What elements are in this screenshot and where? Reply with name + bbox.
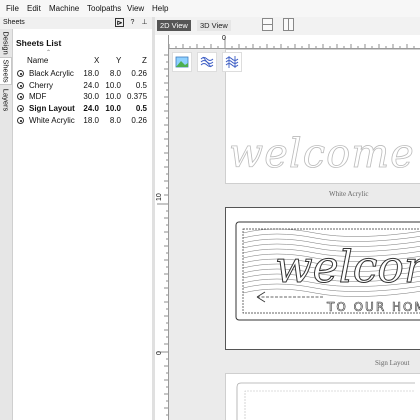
sheet-name: Black Acrylic [29, 69, 74, 78]
sheet-row[interactable]: White Acrylic 18.0 8.0 0.26 [13, 116, 152, 127]
sheet-y: 10.0 [105, 92, 121, 101]
sheet-y: 8.0 [109, 69, 121, 78]
toolpath-wave-icon[interactable] [197, 52, 217, 72]
menu-help[interactable]: Help [152, 4, 168, 13]
sheet-radio[interactable] [17, 117, 24, 124]
tab-design-label: Design [1, 31, 11, 55]
sign-script-text: welcome [275, 242, 420, 294]
menu-file[interactable]: File [6, 4, 19, 13]
top-ruler-label: 0 [222, 35, 226, 42]
tab-sheets[interactable]: Sheets [0, 57, 12, 85]
left-ruler-label-0: 0 [156, 351, 163, 355]
sheet-name: White Acrylic [29, 116, 75, 125]
top-ruler: 0 [155, 35, 420, 49]
sheet-row[interactable]: MDF 30.0 10.0 0.375 [13, 92, 152, 103]
sheets-panel: Sheets List ⌃ Name X Y Z Black Acrylic 1… [13, 29, 152, 420]
tab-3d-view[interactable]: 3D View [197, 20, 231, 31]
panel-title: Sheets [3, 19, 25, 26]
sheet-x: 24.0 [83, 104, 99, 113]
sheet-z: 0.5 [135, 81, 147, 90]
sheet-radio[interactable] [17, 70, 24, 77]
menu-bar: File Edit Machine Toolpaths View Help [0, 0, 420, 18]
view-tabs-bar: 2D View 3D View [155, 17, 420, 35]
tab-layers[interactable]: Layers [0, 86, 12, 114]
sheet-radio[interactable] [17, 82, 24, 89]
sheet-z: 0.26 [131, 116, 147, 125]
sheet-radio[interactable] [17, 105, 24, 112]
horizontal-split-icon[interactable] [262, 18, 273, 31]
tab-design[interactable]: Design [0, 29, 12, 57]
column-header-y[interactable]: Y [116, 56, 121, 65]
sheet-z: 0.375 [127, 92, 148, 101]
menu-toolpaths[interactable]: Toolpaths [87, 4, 121, 13]
sheet-name: MDF [29, 92, 47, 101]
sheet-row[interactable]: Cherry 24.0 10.0 0.5 [13, 81, 152, 92]
sheet-label-white-acrylic: White Acrylic [329, 190, 369, 198]
image-icon[interactable] [172, 52, 192, 72]
sheet-z: 0.5 [135, 104, 147, 113]
next-sheet-outline [236, 382, 415, 420]
tab-sheets-label: Sheets [1, 59, 11, 83]
sheet-x: 18.0 [83, 116, 99, 125]
sheet-z: 0.26 [131, 69, 147, 78]
sign-subtext: TO OUR HOME [327, 300, 420, 315]
sheet-x: 18.0 [83, 69, 99, 78]
pin-icon[interactable]: ⊥ [140, 18, 149, 27]
sheet-y: 10.0 [105, 104, 121, 113]
column-header-name[interactable]: Name [27, 56, 48, 65]
auto-hide-icon[interactable]: ⊳ [115, 18, 124, 27]
sheet-x: 24.0 [83, 81, 99, 90]
menu-edit[interactable]: Edit [27, 4, 41, 13]
white-acrylic-artwork: welcome [229, 131, 415, 178]
tab-layers-label: Layers [1, 88, 11, 112]
sheets-list-title: Sheets List [16, 38, 62, 48]
sheet-row-active[interactable]: Sign Layout 24.0 10.0 0.5 [13, 104, 152, 115]
design-canvas[interactable]: welcome White Acrylic welcome TO OUR HOM… [169, 49, 420, 420]
top-ruler-ticks [168, 37, 415, 48]
sheet-x: 30.0 [83, 92, 99, 101]
left-ruler: 10 0 [155, 35, 169, 420]
sheet-radio[interactable] [17, 93, 24, 100]
menu-machine[interactable]: Machine [49, 4, 79, 13]
vertical-split-icon[interactable] [283, 18, 294, 31]
sheet-label-sign-layout: Sign Layout [375, 359, 410, 367]
sheet-y: 10.0 [105, 81, 121, 90]
tab-2d-view[interactable]: 2D View [157, 20, 191, 31]
panel-header: Sheets ⊳ ? ⊥ [0, 17, 152, 29]
sheet-y: 8.0 [109, 116, 121, 125]
sheet-row[interactable]: Black Acrylic 18.0 8.0 0.26 [13, 69, 152, 80]
column-header-x[interactable]: X [94, 56, 99, 65]
menu-view[interactable]: View [127, 4, 144, 13]
left-ruler-label-10: 10 [156, 193, 163, 201]
left-ruler-ticks [157, 54, 168, 416]
sheet-name: Cherry [29, 81, 54, 90]
side-tabs: Design Sheets Layers [0, 29, 13, 420]
column-header-z[interactable]: Z [142, 56, 147, 65]
help-icon[interactable]: ? [128, 18, 137, 27]
sheet-name: Sign Layout [29, 104, 75, 113]
sort-arrow-icon: ⌃ [46, 50, 52, 56]
toolpath-grid-icon[interactable] [222, 52, 242, 72]
